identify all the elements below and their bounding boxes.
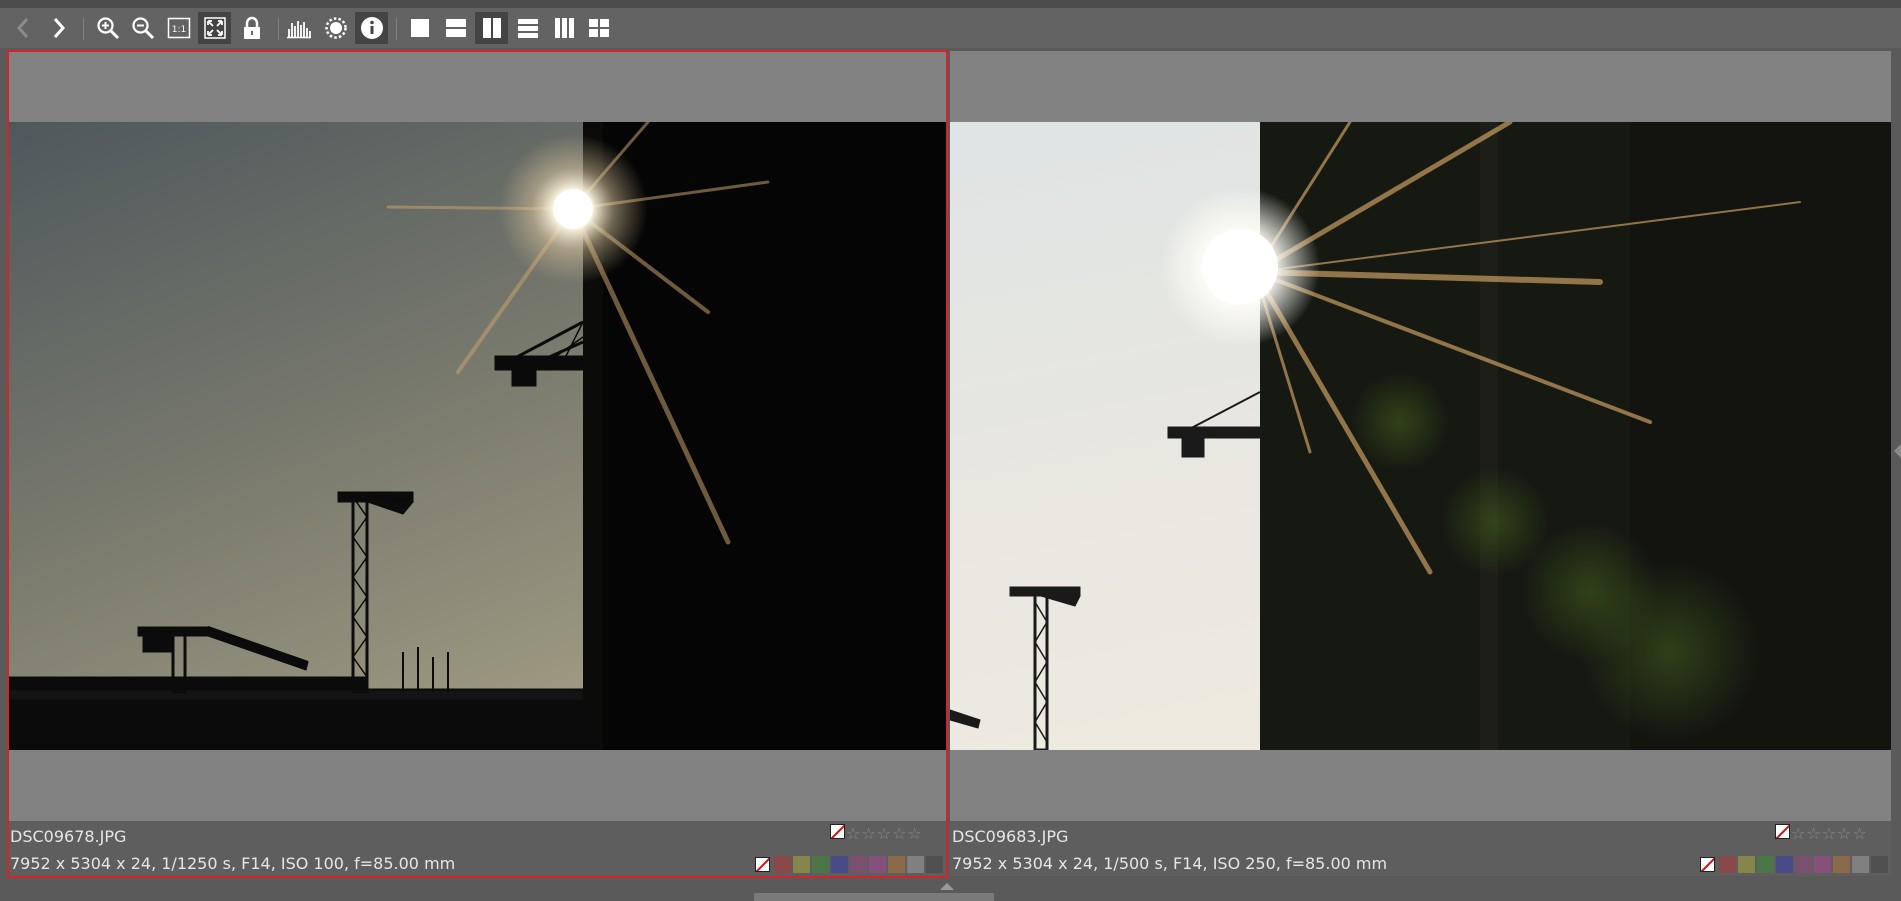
info-button[interactable] <box>355 12 388 44</box>
layout-two-rows-button[interactable] <box>439 12 472 44</box>
color-label-gray[interactable] <box>907 856 924 873</box>
brightness-icon <box>324 17 347 39</box>
fit-to-screen-button[interactable] <box>198 12 231 44</box>
image-pane-left[interactable]: DSC09678.JPG 7952 x 5304 x 24, 1/1250 s,… <box>8 51 946 876</box>
layout-two-rows-icon <box>445 19 466 37</box>
color-label-red[interactable] <box>774 856 791 873</box>
image-info-bar: DSC09683.JPG 7952 x 5304 x 24, 1/500 s, … <box>950 821 1891 876</box>
toolbar-separator <box>83 18 84 40</box>
color-label-yellow[interactable] <box>1738 856 1755 873</box>
layout-three-rows-button[interactable] <box>511 12 544 44</box>
one-to-one-button[interactable]: 1:1 <box>162 12 195 44</box>
filmstrip-handle[interactable] <box>754 893 994 901</box>
zoom-out-button[interactable] <box>126 12 159 44</box>
reject-flag-icon[interactable] <box>1775 824 1790 839</box>
layout-two-columns-button[interactable] <box>475 12 508 44</box>
color-label-dark[interactable] <box>1871 856 1888 873</box>
photo-preview[interactable] <box>950 122 1891 750</box>
image-pane-right[interactable]: DSC09683.JPG 7952 x 5304 x 24, 1/500 s, … <box>950 51 1891 876</box>
scroll-right-arrow-icon[interactable] <box>1894 444 1901 458</box>
color-label-gray[interactable] <box>1852 856 1869 873</box>
toolbar: 1:1 <box>0 8 1901 48</box>
image-info-bar: DSC09678.JPG 7952 x 5304 x 24, 1/1250 s,… <box>8 821 946 876</box>
one-to-one-label: 1:1 <box>171 25 185 35</box>
color-label-green[interactable] <box>812 856 829 873</box>
color-label-blue[interactable] <box>1776 856 1793 873</box>
layout-three-columns-icon <box>554 18 574 38</box>
rating-stars[interactable]: ☆☆☆☆☆ <box>1791 824 1868 843</box>
filename-label: DSC09678.JPG <box>10 827 127 846</box>
filename-label: DSC09683.JPG <box>952 827 1069 846</box>
color-labels <box>1719 856 1888 873</box>
color-label-blue[interactable] <box>831 856 848 873</box>
layout-three-rows-icon <box>517 19 538 38</box>
brightness-button[interactable] <box>319 12 352 44</box>
photo-left <box>8 122 946 750</box>
zoom-in-button[interactable] <box>91 12 124 44</box>
fit-to-screen-icon <box>203 17 226 39</box>
layout-single-button[interactable] <box>403 12 436 44</box>
color-label-magenta[interactable] <box>869 856 886 873</box>
layout-grid-icon <box>588 19 609 37</box>
chevron-left-icon <box>16 18 28 38</box>
lock-button[interactable] <box>235 12 268 44</box>
chevron-right-icon <box>53 18 65 38</box>
layout-single-icon <box>410 19 429 37</box>
color-label-green[interactable] <box>1757 856 1774 873</box>
one-to-one-icon: 1:1 <box>167 17 190 39</box>
exif-label: 7952 x 5304 x 24, 1/500 s, F14, ISO 250,… <box>952 854 1388 873</box>
color-label-orange[interactable] <box>888 856 905 873</box>
color-label-yellow[interactable] <box>793 856 810 873</box>
toolbar-separator <box>278 18 279 40</box>
color-label-purple[interactable] <box>1795 856 1812 873</box>
color-label-red[interactable] <box>1719 856 1736 873</box>
previous-button[interactable] <box>6 12 39 44</box>
layout-three-columns-button[interactable] <box>547 12 580 44</box>
layout-grid-button[interactable] <box>582 12 615 44</box>
next-button[interactable] <box>42 12 75 44</box>
rating-stars[interactable]: ☆☆☆☆☆ <box>846 824 923 843</box>
color-label-dark[interactable] <box>926 856 943 873</box>
toolbar-separator <box>396 18 397 40</box>
exif-label: 7952 x 5304 x 24, 1/1250 s, F14, ISO 100… <box>10 854 456 873</box>
info-icon <box>360 17 383 39</box>
color-label-magenta[interactable] <box>1814 856 1831 873</box>
color-label-orange[interactable] <box>1833 856 1850 873</box>
photo-right <box>950 122 1891 750</box>
reject-flag-icon[interactable] <box>830 824 845 839</box>
histogram-button[interactable] <box>282 12 315 44</box>
window-top-strip <box>0 0 1901 8</box>
layout-two-columns-icon <box>482 18 501 38</box>
label-none-icon[interactable] <box>1700 857 1715 872</box>
color-label-purple[interactable] <box>850 856 867 873</box>
zoom-out-icon <box>131 17 154 40</box>
lock-icon <box>243 16 260 39</box>
histogram-icon <box>286 21 311 39</box>
photo-preview[interactable] <box>8 122 946 750</box>
label-none-icon[interactable] <box>755 857 770 872</box>
expand-filmstrip-arrow-icon[interactable] <box>940 883 954 890</box>
color-labels <box>774 856 943 873</box>
zoom-in-icon <box>96 17 119 40</box>
